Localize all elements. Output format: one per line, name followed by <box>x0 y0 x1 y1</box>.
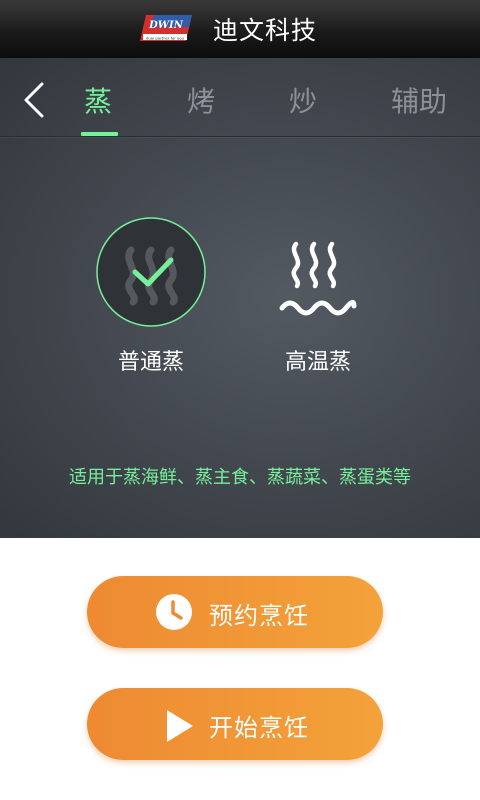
schedule-cooking-label: 预约烹饪 <box>209 602 309 630</box>
tab-bar: 蒸 烤 炒 辅助 <box>0 58 480 137</box>
tab-assist[interactable]: 辅助 <box>391 80 447 120</box>
play-icon <box>167 710 193 742</box>
schedule-cooking-button[interactable]: 预约烹饪 <box>87 576 383 648</box>
active-tab-indicator <box>81 132 118 136</box>
main-panel: 蒸 烤 炒 辅助 普通蒸 高温蒸 适用于蒸海鲜、蒸主食、蒸蔬菜、蒸蛋类等 <box>0 58 480 538</box>
mode-label-high-temp-steam: 高温蒸 <box>284 350 351 375</box>
logo-wordmark: DWIN <box>148 20 184 31</box>
mode-high-temp-steam[interactable]: 高温蒸 <box>262 216 374 376</box>
dwin-logo: DWIN dual partner for you <box>140 15 192 41</box>
tab-steam[interactable]: 蒸 <box>84 80 112 120</box>
steam-check-icon <box>96 217 206 327</box>
clock-icon <box>156 594 192 630</box>
tab-stir-fry[interactable]: 炒 <box>289 80 317 120</box>
mode-description: 适用于蒸海鲜、蒸主食、蒸蔬菜、蒸蛋类等 <box>69 467 411 488</box>
high-temp-steam-icon <box>279 241 357 316</box>
brand-name: 迪文科技 <box>213 16 318 45</box>
start-cooking-label: 开始烹饪 <box>209 714 309 742</box>
title-bar: DWIN dual partner for you 迪文科技 <box>0 0 480 58</box>
mode-label-normal-steam: 普通蒸 <box>117 350 184 375</box>
start-cooking-button[interactable]: 开始烹饪 <box>87 688 383 760</box>
mode-normal-steam[interactable]: 普通蒸 <box>95 216 207 376</box>
tab-bake[interactable]: 烤 <box>187 80 215 120</box>
back-arrow-icon[interactable] <box>18 78 52 122</box>
logo-tagline: dual partner for you <box>146 36 185 41</box>
